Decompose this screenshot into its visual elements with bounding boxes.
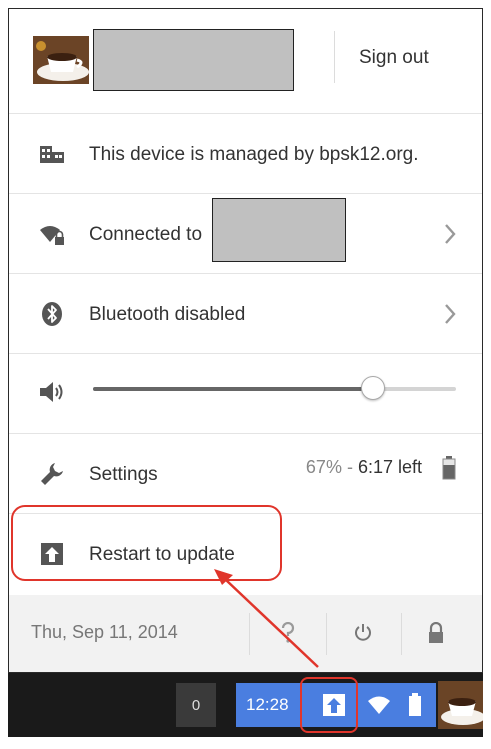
wrench-icon bbox=[37, 459, 67, 489]
date-label: Thu, Sep 11, 2014 bbox=[31, 622, 178, 642]
chevron-right-icon bbox=[440, 299, 460, 329]
power-icon[interactable] bbox=[350, 619, 376, 647]
bluetooth-icon bbox=[37, 299, 67, 329]
shelf: 0 12:28 bbox=[8, 673, 483, 737]
speaker-icon[interactable] bbox=[37, 377, 67, 407]
divider bbox=[334, 31, 335, 83]
tray-footer: Thu, Sep 11, 2014 bbox=[9, 595, 482, 672]
profile-row: Sign out bbox=[9, 9, 482, 114]
divider bbox=[249, 613, 250, 655]
volume-slider-thumb[interactable] bbox=[360, 376, 385, 400]
question-icon[interactable] bbox=[275, 619, 301, 647]
annotation-highlight-box bbox=[300, 677, 358, 733]
redacted-username bbox=[93, 29, 294, 91]
bluetooth-label: Bluetooth disabled bbox=[89, 304, 246, 325]
divider bbox=[401, 613, 402, 655]
volume-row bbox=[9, 354, 482, 434]
settings-label: Settings bbox=[89, 464, 158, 485]
shelf-user-avatar[interactable] bbox=[438, 681, 483, 729]
annotation-highlight-box bbox=[11, 505, 282, 581]
chevron-right-icon bbox=[440, 219, 460, 249]
battery-icon bbox=[408, 693, 422, 717]
bluetooth-row[interactable]: Bluetooth disabled bbox=[9, 274, 482, 354]
battery-separator: - bbox=[341, 457, 358, 477]
clock: 12:28 bbox=[246, 695, 289, 714]
volume-slider-fill bbox=[93, 387, 373, 391]
managed-device-label: This device is managed by bpsk12.org. bbox=[89, 144, 419, 165]
building-icon bbox=[37, 139, 67, 169]
divider bbox=[326, 613, 327, 655]
battery-time-left: 6:17 left bbox=[357, 457, 422, 477]
volume-slider[interactable] bbox=[93, 376, 456, 400]
battery-percent: 67% bbox=[305, 457, 342, 477]
redacted-network-name bbox=[212, 198, 346, 262]
network-label: Connected to bbox=[89, 224, 203, 245]
managed-device-row: This device is managed by bpsk12.org. bbox=[9, 114, 482, 194]
network-row[interactable]: Connected to bbox=[9, 194, 482, 274]
wifi-icon bbox=[366, 694, 392, 716]
notification-count[interactable]: 0 bbox=[176, 683, 216, 727]
battery-status: 67% - 6:17 left bbox=[306, 457, 422, 478]
battery-icon bbox=[442, 456, 456, 480]
sign-out-button[interactable]: Sign out bbox=[359, 47, 429, 69]
lock-icon[interactable] bbox=[423, 619, 449, 647]
wifi-lock-icon bbox=[37, 219, 67, 249]
user-avatar bbox=[33, 36, 89, 84]
